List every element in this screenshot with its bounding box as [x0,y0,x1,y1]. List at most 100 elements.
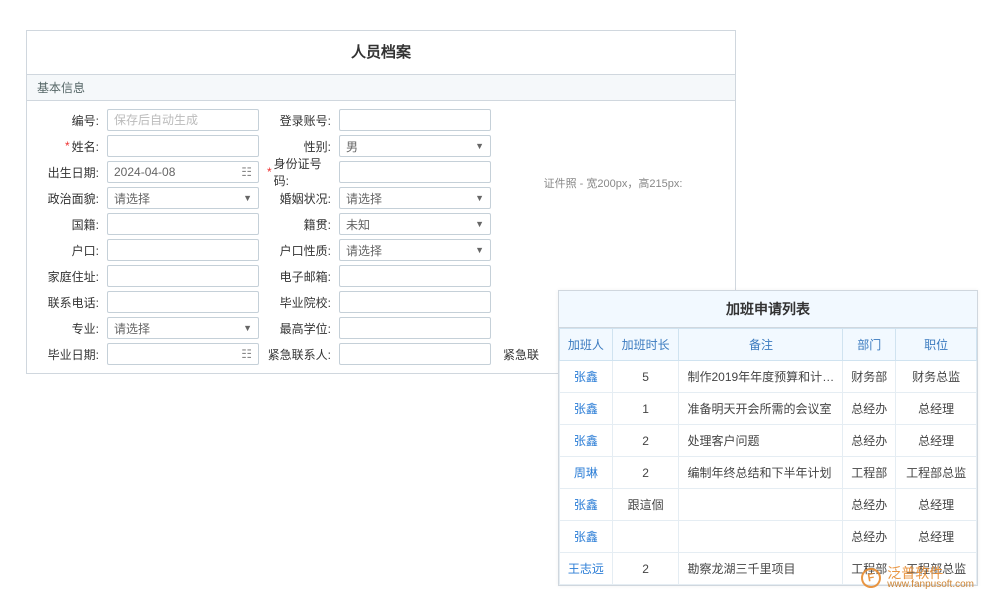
cell-dept: 财务部 [843,361,896,393]
input-id[interactable] [107,109,259,131]
overtime-table: 加班人 加班时长 备注 部门 职位 张鑫5制作2019年年度预算和计划...财务… [559,328,977,585]
cell-hours: 5 [612,361,679,393]
chevron-down-icon: ▼ [475,219,484,229]
label-email: 电子邮箱: [265,263,337,289]
cell-hours: 2 [612,425,679,457]
select-political[interactable]: 请选择▼ [107,187,259,209]
select-native[interactable]: 未知▼ [339,213,491,235]
cell-position: 财务总监 [896,361,977,393]
cell-note [679,489,843,521]
input-email[interactable] [339,265,491,287]
input-nationality[interactable] [107,213,259,235]
select-marriage[interactable]: 请选择▼ [339,187,491,209]
cell-person[interactable]: 张鑫 [560,521,613,553]
select-hukou-type[interactable]: 请选择▼ [339,239,491,261]
input-login[interactable] [339,109,491,131]
photo-placeholder[interactable]: 证件照 - 宽200px，高215px: [497,107,729,263]
label-grad-date: 毕业日期: [33,341,105,367]
input-grad-date[interactable]: ☷ [107,343,259,365]
table-row[interactable]: 张鑫1准备明天开会所需的会议室总经办总经理 [560,393,977,425]
chevron-down-icon: ▼ [243,323,252,333]
input-idcard[interactable] [339,161,491,183]
cell-hours: 2 [612,553,679,585]
col-note[interactable]: 备注 [679,329,843,361]
label-hukou: 户口: [33,237,105,263]
table-row[interactable]: 张鑫2处理客户问题总经办总经理 [560,425,977,457]
label-degree: 最高学位: [265,315,337,341]
label-native: 籍贯: [265,211,337,237]
table-row[interactable]: 张鑫 总经办总经理 [560,521,977,553]
table-row[interactable]: 张鑫5制作2019年年度预算和计划...财务部财务总监 [560,361,977,393]
overtime-title: 加班申请列表 [559,291,977,328]
cell-note: 制作2019年年度预算和计划... [679,361,843,393]
section-basic-info: 基本信息 [27,74,735,101]
cell-note: 勘察龙湖三千里项目 [679,553,843,585]
label-political: 政治面貌: [33,185,105,211]
col-dept[interactable]: 部门 [843,329,896,361]
overtime-tbody: 张鑫5制作2019年年度预算和计划...财务部财务总监张鑫1准备明天开会所需的会… [560,361,977,585]
input-emergency[interactable] [339,343,491,365]
cell-position: 工程部总监 [896,457,977,489]
label-idcard: *身份证号码: [265,159,337,185]
label-school: 毕业院校: [265,289,337,315]
label-name: *姓名: [33,133,105,159]
input-address[interactable] [107,265,259,287]
cell-hours: 2 [612,457,679,489]
label-hukou-type: 户口性质: [265,237,337,263]
cell-person[interactable]: 张鑫 [560,361,613,393]
chevron-down-icon: ▼ [475,245,484,255]
input-degree[interactable] [339,317,491,339]
col-position[interactable]: 职位 [896,329,977,361]
watermark: F 泛普软件 www.fanpusoft.com [861,566,974,590]
cell-person[interactable]: 王志远 [560,553,613,585]
input-phone[interactable] [107,291,259,313]
select-gender[interactable]: 男▼ [339,135,491,157]
cell-dept: 总经办 [843,425,896,457]
select-major[interactable]: 请选择▼ [107,317,259,339]
label-address: 家庭住址: [33,263,105,289]
label-phone: 联系电话: [33,289,105,315]
cell-person[interactable]: 张鑫 [560,393,613,425]
col-hours[interactable]: 加班时长 [612,329,679,361]
cell-person[interactable]: 张鑫 [560,489,613,521]
overtime-panel: 加班申请列表 加班人 加班时长 备注 部门 职位 张鑫5制作2019年年度预算和… [558,290,978,586]
label-major: 专业: [33,315,105,341]
cell-hours: 跟這個 [612,489,679,521]
input-school[interactable] [339,291,491,313]
chevron-down-icon: ▼ [243,193,252,203]
cell-note: 准备明天开会所需的会议室 [679,393,843,425]
cell-note: 编制年终总结和下半年计划 [679,457,843,489]
cell-note: 处理客户问题 [679,425,843,457]
input-birth-date[interactable]: 2024-04-08☷ [107,161,259,183]
logo-icon: F [860,566,883,589]
input-name[interactable] [107,135,259,157]
chevron-down-icon: ▼ [475,193,484,203]
cell-hours [612,521,679,553]
label-login: 登录账号: [265,107,337,133]
cell-position: 总经理 [896,393,977,425]
table-row[interactable]: 张鑫跟這個 总经办总经理 [560,489,977,521]
profile-title: 人员档案 [27,31,735,74]
cell-person[interactable]: 周琳 [560,457,613,489]
cell-position: 总经理 [896,489,977,521]
calendar-icon: ☷ [241,165,252,179]
cell-hours: 1 [612,393,679,425]
label-marriage: 婚姻状况: [265,185,337,211]
cell-dept: 总经办 [843,393,896,425]
table-row[interactable]: 周琳2编制年终总结和下半年计划工程部工程部总监 [560,457,977,489]
input-hukou[interactable] [107,239,259,261]
label-birth: 出生日期: [33,159,105,185]
calendar-icon: ☷ [241,347,252,361]
label-emergency: 紧急联系人: [265,341,337,367]
cell-note [679,521,843,553]
watermark-url: www.fanpusoft.com [887,580,974,590]
label-nationality: 国籍: [33,211,105,237]
table-header-row: 加班人 加班时长 备注 部门 职位 [560,329,977,361]
cell-dept: 总经办 [843,521,896,553]
label-id: 编号: [33,107,105,133]
cell-position: 总经理 [896,521,977,553]
cell-person[interactable]: 张鑫 [560,425,613,457]
chevron-down-icon: ▼ [475,141,484,151]
col-person[interactable]: 加班人 [560,329,613,361]
cell-dept: 总经办 [843,489,896,521]
